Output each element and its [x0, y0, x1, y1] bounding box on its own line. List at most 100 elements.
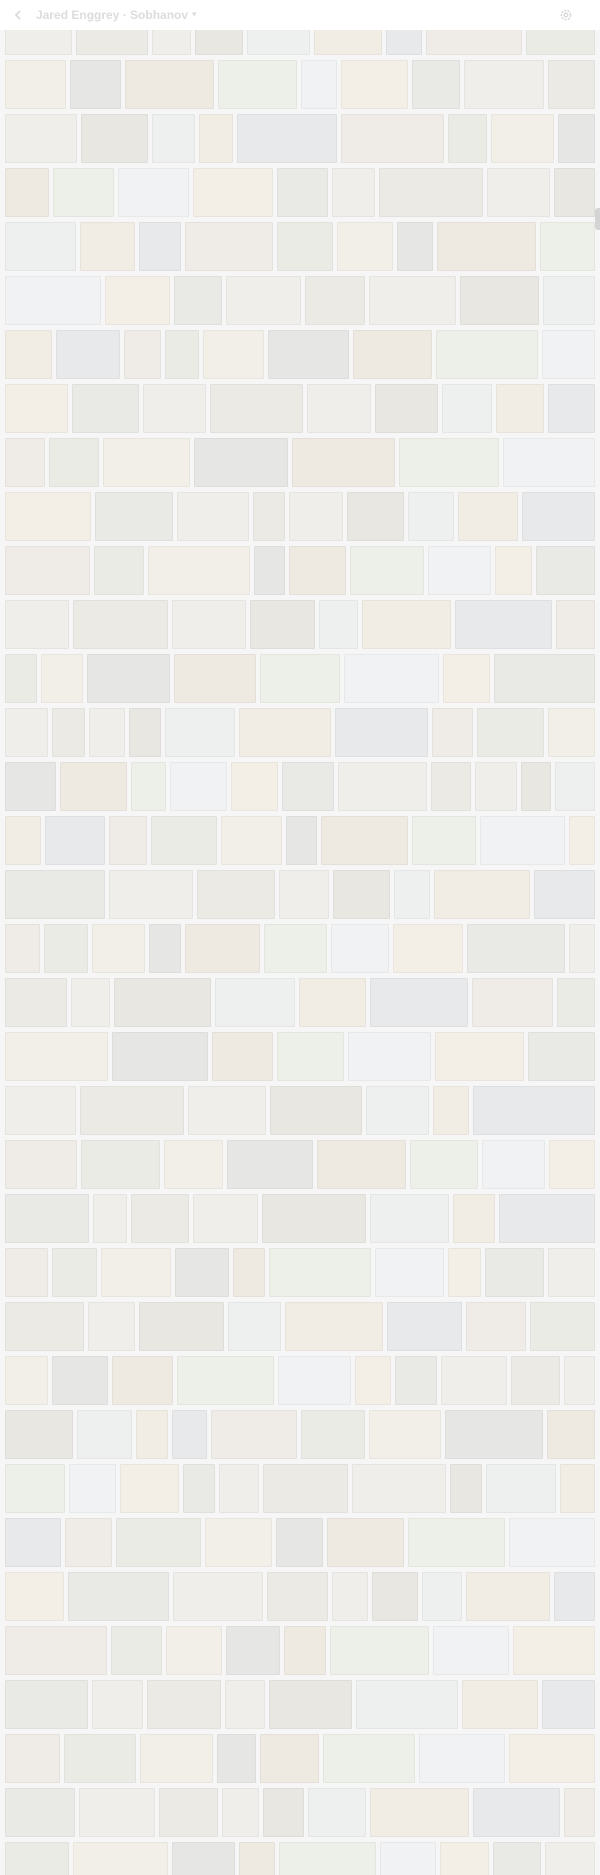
photo-thumbnail[interactable] [151, 816, 217, 865]
photo-thumbnail[interactable] [453, 1194, 495, 1243]
photo-thumbnail[interactable] [5, 222, 76, 271]
photo-thumbnail[interactable] [347, 492, 404, 541]
photo-thumbnail[interactable] [254, 546, 285, 595]
photo-thumbnail[interactable] [172, 1842, 235, 1875]
photo-thumbnail[interactable] [148, 546, 250, 595]
photo-thumbnail[interactable] [174, 276, 222, 325]
photo-thumbnail[interactable] [172, 600, 246, 649]
photo-thumbnail[interactable] [397, 222, 433, 271]
photo-thumbnail[interactable] [5, 816, 41, 865]
photo-thumbnail[interactable] [534, 870, 595, 919]
photo-thumbnail[interactable] [172, 1410, 207, 1459]
photo-thumbnail[interactable] [247, 30, 310, 55]
photo-thumbnail[interactable] [528, 1032, 595, 1081]
photo-thumbnail[interactable] [301, 1410, 365, 1459]
photo-thumbnail[interactable] [152, 114, 195, 163]
photo-thumbnail[interactable] [394, 870, 430, 919]
photo-thumbnail[interactable] [366, 1086, 429, 1135]
photo-thumbnail[interactable] [5, 1788, 75, 1837]
photo-thumbnail[interactable] [422, 1572, 462, 1621]
photo-thumbnail[interactable] [197, 870, 275, 919]
photo-thumbnail[interactable] [503, 438, 595, 487]
scrollbar-handle[interactable] [595, 208, 600, 230]
photo-thumbnail[interactable] [370, 1788, 469, 1837]
photo-thumbnail[interactable] [49, 438, 99, 487]
photo-thumbnail[interactable] [419, 1734, 505, 1783]
photo-thumbnail[interactable] [139, 1302, 224, 1351]
photo-thumbnail[interactable] [521, 762, 551, 811]
photo-thumbnail[interactable] [193, 168, 273, 217]
photo-thumbnail[interactable] [80, 1086, 184, 1135]
photo-thumbnail[interactable] [332, 168, 375, 217]
photo-thumbnail[interactable] [475, 762, 517, 811]
photo-thumbnail[interactable] [285, 1302, 383, 1351]
photo-thumbnail[interactable] [92, 924, 145, 973]
photo-thumbnail[interactable] [228, 1302, 281, 1351]
photo-thumbnail[interactable] [335, 708, 428, 757]
photo-thumbnail[interactable] [165, 330, 199, 379]
photo-thumbnail[interactable] [460, 276, 539, 325]
photo-thumbnail[interactable] [94, 546, 144, 595]
photo-thumbnail[interactable] [542, 330, 595, 379]
photo-thumbnail[interactable] [477, 708, 544, 757]
photo-thumbnail[interactable] [319, 600, 358, 649]
photo-thumbnail[interactable] [5, 1086, 76, 1135]
photo-thumbnail[interactable] [170, 762, 227, 811]
photo-thumbnail[interactable] [221, 816, 282, 865]
photo-thumbnail[interactable] [458, 492, 518, 541]
photo-thumbnail[interactable] [183, 1464, 215, 1513]
photo-thumbnail[interactable] [5, 60, 66, 109]
photo-thumbnail[interactable] [205, 1518, 272, 1567]
photo-thumbnail[interactable] [125, 60, 214, 109]
photo-thumbnail[interactable] [5, 276, 101, 325]
album-title[interactable]: Jared Enggrey · Sobhanov [36, 8, 188, 22]
photo-thumbnail[interactable] [569, 924, 595, 973]
photo-thumbnail[interactable] [408, 492, 454, 541]
photo-thumbnail[interactable] [464, 60, 544, 109]
photo-thumbnail[interactable] [333, 870, 390, 919]
photo-thumbnail[interactable] [434, 870, 530, 919]
photo-thumbnail[interactable] [530, 1302, 595, 1351]
photo-thumbnail[interactable] [545, 1842, 595, 1875]
photo-thumbnail[interactable] [5, 1302, 84, 1351]
photo-thumbnail[interactable] [5, 1734, 60, 1783]
settings-button[interactable] [558, 7, 574, 23]
photo-thumbnail[interactable] [494, 654, 595, 703]
photo-thumbnail[interactable] [5, 1194, 89, 1243]
photo-thumbnail[interactable] [350, 546, 424, 595]
photo-thumbnail[interactable] [112, 1032, 208, 1081]
photo-thumbnail[interactable] [195, 30, 243, 55]
photo-thumbnail[interactable] [399, 438, 499, 487]
photo-thumbnail[interactable] [260, 654, 340, 703]
photo-thumbnail[interactable] [511, 1356, 560, 1405]
photo-thumbnail[interactable] [5, 1248, 48, 1297]
photo-thumbnail[interactable] [327, 1518, 404, 1567]
photo-thumbnail[interactable] [369, 1410, 441, 1459]
photo-thumbnail[interactable] [284, 1626, 326, 1675]
photo-thumbnail[interactable] [5, 30, 72, 55]
photo-thumbnail[interactable] [69, 1464, 116, 1513]
photo-thumbnail[interactable] [307, 384, 371, 433]
photo-thumbnail[interactable] [260, 1734, 319, 1783]
photo-thumbnail[interactable] [227, 1140, 313, 1189]
photo-thumbnail[interactable] [331, 924, 389, 973]
photo-thumbnail[interactable] [237, 114, 337, 163]
photo-thumbnail[interactable] [282, 762, 334, 811]
photo-thumbnail[interactable] [239, 708, 331, 757]
photo-thumbnail[interactable] [436, 330, 538, 379]
photo-thumbnail[interactable] [93, 1194, 127, 1243]
photo-thumbnail[interactable] [426, 30, 522, 55]
photo-thumbnail[interactable] [462, 1680, 538, 1729]
photo-thumbnail[interactable] [332, 1572, 368, 1621]
photo-thumbnail[interactable] [341, 60, 408, 109]
photo-thumbnail[interactable] [92, 1680, 143, 1729]
photo-thumbnail[interactable] [269, 1248, 371, 1297]
photo-thumbnail[interactable] [52, 1248, 97, 1297]
photo-thumbnail[interactable] [263, 1464, 348, 1513]
photo-thumbnail[interactable] [442, 384, 492, 433]
photo-thumbnail[interactable] [52, 1356, 108, 1405]
photo-thumbnail[interactable] [540, 222, 595, 271]
photo-thumbnail[interactable] [5, 1140, 77, 1189]
photo-thumbnail[interactable] [5, 762, 56, 811]
photo-thumbnail[interactable] [131, 762, 166, 811]
